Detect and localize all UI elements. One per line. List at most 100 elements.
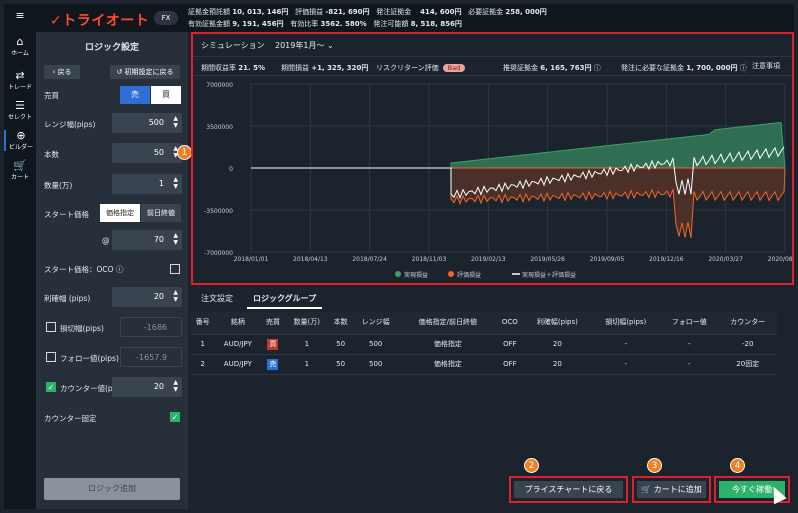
table-cell: AUD/JPY (214, 354, 262, 375)
table-cell: 20 (523, 354, 592, 375)
price-mode-toggle[interactable]: 価格指定 (100, 204, 140, 222)
recommended-margin: 推奨証拠金 6, 165, 763円 ⓘ (503, 63, 601, 73)
back-to-chart-button[interactable]: プライスチャートに戻る (514, 481, 623, 498)
x-tick-label: 2018/01/01 (234, 256, 269, 263)
start-price-stepper[interactable]: 70 ▲ ▼ (112, 230, 182, 250)
tab-order-settings[interactable]: 注文設定 (201, 293, 233, 304)
nav-sidebar: ≡ ⌂ ホーム ⇄ トレード ☰ セレクト ⊕ ビルダー 🛒 カート (4, 4, 36, 509)
label: 発注可能額 (373, 20, 409, 28)
legend-marker (395, 271, 401, 277)
x-tick-label: 2018/07/24 (352, 256, 387, 263)
back-button[interactable]: ‹ 戻る (44, 65, 80, 79)
value: 9, 191, 456円 (232, 20, 284, 28)
table-cell: OFF (496, 354, 524, 375)
callout-badge: 3 (647, 458, 662, 473)
sidebar-item-cart[interactable]: 🛒 カート (4, 159, 36, 182)
buy-toggle[interactable]: 買 (151, 86, 181, 104)
fx-badge[interactable]: FX (154, 11, 178, 25)
legend-marker (448, 271, 454, 277)
column-header: 価格指定/前日終値 (399, 312, 497, 335)
column-header: カウンター (718, 312, 777, 335)
value: 10, 013, 146円 (232, 8, 289, 16)
follow-checkbox[interactable] (46, 352, 56, 362)
cart-icon: 🛒 (13, 159, 27, 172)
x-tick-label: 2019/09/05 (590, 256, 625, 263)
at-label: @ (102, 236, 110, 245)
builder-icon: ⊕ (16, 129, 26, 142)
range-stepper[interactable]: 500 ▲ ▼ (112, 113, 182, 133)
notes-link[interactable]: 注意事項 (745, 60, 780, 74)
side-label: 売買 (44, 91, 59, 100)
simulation-panel: シミュレーション 2019年1月～ ⌄ 期間収益率 21. 5% 期間損益 +1… (191, 32, 794, 285)
sidebar-item-trade[interactable]: ⇄ トレード (4, 69, 36, 92)
add-logic-button[interactable]: ロジック追加 (44, 478, 180, 500)
reset-defaults-button[interactable]: ↺ 初期設定に戻る (110, 65, 180, 79)
counter-checkbox[interactable]: ✓ (46, 382, 56, 392)
profit-stepper[interactable]: 20 ▲ ▼ (112, 287, 182, 307)
y-tick-label: -7000000 (204, 250, 233, 257)
count-stepper[interactable]: 50 ▲ ▼ (112, 143, 182, 163)
stepper-arrows-icon[interactable]: ▲ ▼ (173, 379, 178, 393)
legend-label: 評価損益 (457, 271, 481, 279)
table-cell: - (591, 334, 661, 355)
logic-group-table: 番号 銘柄 売買 数量(万) 本数 レンジ幅 価格指定/前日終値 OCO 利確幅(pips) 損切… (191, 312, 777, 375)
select-icon: ☰ (15, 99, 25, 112)
brand-logo[interactable]: ✓トライオート (50, 10, 149, 30)
add-to-cart-button[interactable]: 🛒 カートに追加 (637, 481, 706, 498)
stat-value: 6, 165, 763円 (540, 64, 592, 72)
y-tick-label: 3500000 (206, 124, 233, 131)
back-label: 戻る (57, 68, 72, 76)
table-cell: 1 (191, 334, 215, 355)
table-row[interactable]: 1 AUD/JPY 買 1 50 500 価格指定 OFF 20- - -20 (191, 334, 777, 355)
table-cell: - (660, 354, 719, 375)
account-header: ✓トライオート FX 証拠金預託額 10, 013, 146円 評価損益 -82… (36, 4, 794, 32)
table-cell: 1 (284, 354, 329, 375)
oco-label: スタート価格：OCO ⓘ (44, 264, 123, 275)
prev-close-toggle[interactable]: 前日終値 (141, 204, 181, 222)
stepper-arrows-icon[interactable]: ▲ ▼ (173, 289, 178, 303)
sidebar-item-builder[interactable]: ⊕ ビルダー (4, 130, 36, 151)
account-row-2: 有効証拠金額 9, 191, 456円 有効比率 3562. 580% 発注可能… (188, 19, 462, 29)
stepper-value: 20 (153, 292, 164, 301)
callout-badge: 2 (524, 458, 539, 473)
y-tick-label: 0 (229, 166, 233, 173)
stat-label: 期間収益率 (201, 64, 236, 72)
stepper-arrows-icon[interactable]: ▲ ▼ (173, 232, 178, 246)
x-tick-label: 2020/03/27 (708, 256, 743, 263)
sidebar-label: トレード (7, 84, 32, 91)
oco-checkbox[interactable] (170, 264, 180, 274)
follow-field[interactable]: -1657.9 (120, 347, 182, 367)
counter-fixed-checkbox[interactable]: ✓ (170, 412, 180, 422)
sell-toggle[interactable]: 売 (120, 86, 150, 104)
x-tick-label: 2018/04/13 (293, 256, 328, 263)
counter-stepper[interactable]: 20 ▲ ▼ (112, 377, 182, 397)
table-cell: 買 (261, 334, 285, 355)
table-cell: 価格指定 (399, 354, 497, 375)
menu-icon[interactable]: ≡ (4, 10, 36, 22)
table-row[interactable]: 2 AUD/JPY 売 1 50 500 価格指定 OFF 20- -20固定 (191, 354, 777, 375)
bottom-tabs: 注文設定 ロジックグループ (191, 290, 794, 309)
stop-field[interactable]: -1686 (120, 317, 182, 337)
simulation-stats: 期間収益率 21. 5% 期間損益 +1, 325, 320円 リスクリターン評… (193, 56, 792, 76)
stepper-arrows-icon[interactable]: ▲ ▼ (173, 176, 178, 190)
period-select[interactable]: 2019年1月～ ⌄ (275, 40, 334, 51)
stat-value: +1, 325, 320円 (311, 64, 369, 72)
stepper-arrows-icon[interactable]: ▲ ▼ (173, 115, 178, 129)
stop-checkbox[interactable] (46, 322, 56, 332)
table-cell: - (660, 334, 719, 355)
tab-logic-group[interactable]: ロジックグループ (247, 293, 323, 309)
qty-stepper[interactable]: 1 ▲ ▼ (112, 174, 182, 194)
sidebar-item-home[interactable]: ⌂ ホーム (4, 36, 36, 58)
sidebar-item-select[interactable]: ☰ セレクト (4, 99, 36, 122)
stat-label: 推奨証拠金 (503, 64, 538, 72)
risk-return: リスクリターン評価 Bad (376, 63, 466, 73)
x-tick-label: 2019/02/13 (471, 256, 506, 263)
info-icon[interactable]: ⓘ (116, 265, 124, 274)
column-header: 銘柄 (214, 312, 262, 335)
table-cell: 50 (328, 334, 353, 355)
trade-icon: ⇄ (15, 69, 25, 82)
back-to-chart-frame: プライスチャートに戻る (509, 476, 628, 503)
column-header: OCO (496, 312, 524, 335)
stat-value: 21. 5% (238, 64, 265, 72)
info-icon[interactable]: ⓘ (594, 64, 601, 72)
